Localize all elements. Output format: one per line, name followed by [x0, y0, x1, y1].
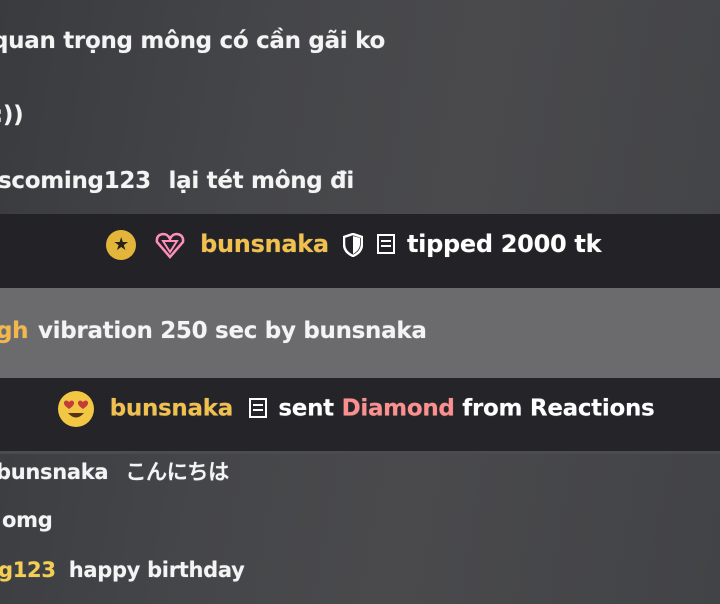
notes-icon: [248, 398, 267, 418]
diamond-heart-icon: [155, 232, 185, 259]
chat-message-text: quan trọng mông có cần gãi ko: [0, 28, 385, 54]
chat-mention[interactable]: bunsnaka: [0, 460, 109, 484]
reaction-event: bunsnaka sent Diamond from Reactions: [58, 391, 720, 427]
vibration-text: vibration 250 sec by bunsnaka: [37, 318, 427, 344]
vibration-prefix: gh: [0, 318, 29, 344]
chat-message: g123 happy birthday: [0, 558, 720, 582]
tip-event: ★ bunsnaka tipped 2000 tk: [106, 230, 720, 260]
chat-message-text: lại tét mông đi: [168, 168, 355, 194]
chat-message-text: :)): [0, 102, 24, 128]
reaction-username[interactable]: bunsnaka: [110, 396, 234, 422]
vibration-message: gh vibration 250 sec by bunsnaka: [0, 318, 720, 344]
reaction-sent-text: sent: [278, 395, 334, 422]
chat-message: omg: [2, 508, 720, 532]
tip-action-text: tipped 2000 tk: [407, 230, 602, 258]
shield-icon: [342, 233, 363, 257]
tip-username[interactable]: bunsnaka: [200, 230, 329, 258]
chat-message: :)): [0, 102, 720, 128]
chat-screen: quan trọng mông có cần gãi ko :)) scomin…: [0, 0, 720, 604]
notes-icon: [376, 234, 395, 254]
chat-message: bunsnaka こんにちは: [0, 456, 720, 486]
heart-eyes-emoji-icon: [58, 391, 94, 427]
star-badge-icon: ★: [106, 230, 136, 260]
chat-message: scoming123 lại tét mông đi: [0, 168, 720, 194]
chat-username[interactable]: scoming123: [0, 168, 151, 194]
chat-message-text: happy birthday: [68, 558, 245, 582]
chat-message-text: omg: [2, 508, 53, 532]
band-divider: [0, 451, 720, 454]
chat-message: quan trọng mông có cần gãi ko: [0, 28, 720, 54]
chat-message-text: こんにちは: [125, 460, 229, 484]
reaction-item-name: Diamond: [341, 395, 455, 422]
chat-username[interactable]: g123: [0, 558, 56, 582]
reaction-source-text: from Reactions: [462, 395, 655, 422]
